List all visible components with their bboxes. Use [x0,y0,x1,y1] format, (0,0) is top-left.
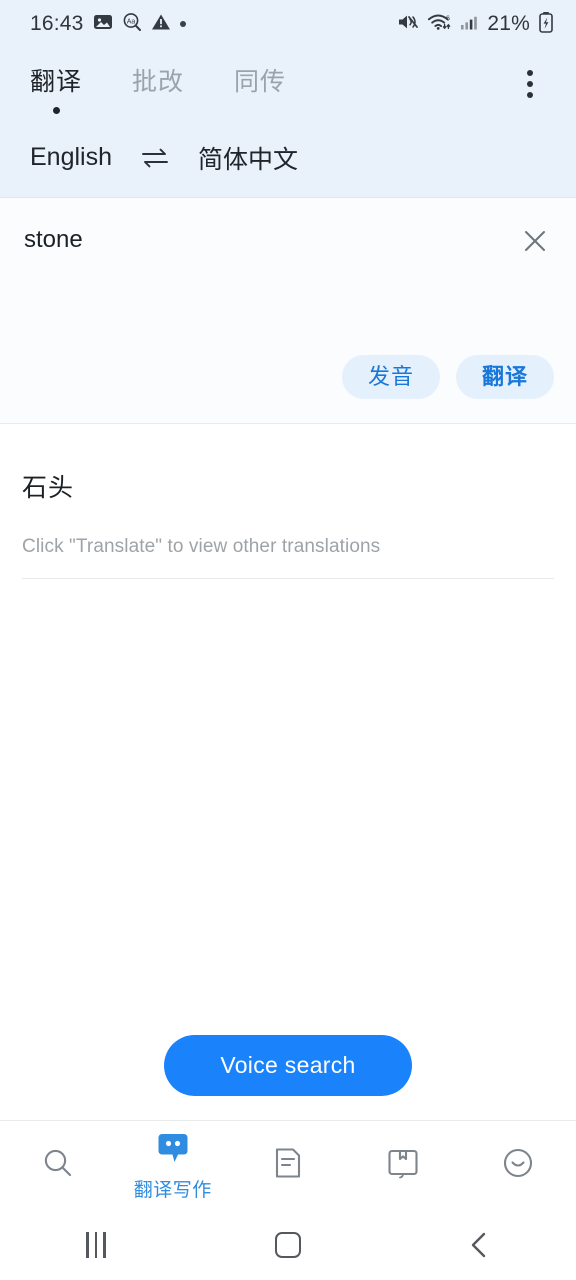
search-icon [40,1145,76,1186]
input-section: stone 发音 翻译 [0,198,576,424]
swap-horizontal-icon[interactable] [140,145,170,171]
translation-hint: Click "Translate" to view other translat… [22,536,554,579]
chat-bot-icon [154,1129,192,1172]
input-row: stone [0,198,576,258]
battery-percent: 21% [487,12,530,35]
nav-item-translate-writing[interactable]: 翻译写作 [115,1121,230,1210]
target-language[interactable]: 简体中文 [198,140,298,176]
result-section: 石头 Click "Translate" to view other trans… [0,424,576,1120]
gallery-icon [93,12,113,37]
tab-simultaneous[interactable]: 同传 [234,62,286,102]
status-bar-left: 16:43 Aa [30,12,186,37]
text-search-icon: Aa [122,12,142,37]
source-text-input[interactable]: stone [24,226,518,255]
nav-item-search[interactable] [0,1121,115,1210]
language-selector-bar: English 简体中文 [0,122,576,198]
back-icon[interactable] [384,1230,576,1260]
nav-item-translate-writing-label: 翻译写作 [133,1180,212,1201]
input-action-row: 发音 翻译 [0,355,576,423]
status-bar: 16:43 Aa 6 21% [0,0,576,48]
android-navigation-bar [0,1210,576,1280]
book-icon [385,1146,421,1185]
tab-bar: 翻译 批改 同传 [0,48,576,122]
tab-translate[interactable]: 翻译 [30,62,82,118]
smiley-icon [500,1145,536,1186]
voice-search-button[interactable]: Voice search [164,1035,412,1096]
source-language[interactable]: English [30,143,112,172]
tab-simultaneous-label: 同传 [234,68,287,96]
recents-icon[interactable] [0,1232,192,1258]
translate-button[interactable]: 翻译 [455,355,554,399]
status-bar-right: 6 21% [397,11,554,38]
overflow-menu-icon[interactable] [510,64,550,104]
nav-item-profile[interactable] [461,1121,576,1210]
battery-icon [538,11,554,38]
nav-item-dictionary[interactable] [346,1121,461,1210]
nav-item-document[interactable] [230,1121,345,1210]
voice-search-wrap: Voice search [22,1035,554,1120]
signal-icon [459,12,479,37]
translation-result: 石头 [22,474,75,502]
home-icon[interactable] [192,1232,384,1258]
bottom-navigation: 翻译写作 [0,1120,576,1210]
tab-active-indicator [52,107,60,114]
app-root: 16:43 Aa 6 21% 翻译 批改 同传 English 简体中文 sto… [0,0,576,1280]
tab-correction[interactable]: 批改 [132,62,184,102]
tab-correction-label: 批改 [132,68,185,96]
wifi-6-icon: 6 [427,12,451,37]
tab-translate-label: 翻译 [30,68,83,96]
warning-icon [151,12,171,37]
svg-text:6: 6 [446,15,450,22]
dot-icon [179,21,186,27]
close-icon[interactable] [518,224,552,258]
document-icon [271,1145,305,1186]
svg-text:Aa: Aa [126,18,135,25]
status-time: 16:43 [30,12,84,35]
pronounce-button[interactable]: 发音 [341,355,440,399]
mute-icon [397,12,419,37]
